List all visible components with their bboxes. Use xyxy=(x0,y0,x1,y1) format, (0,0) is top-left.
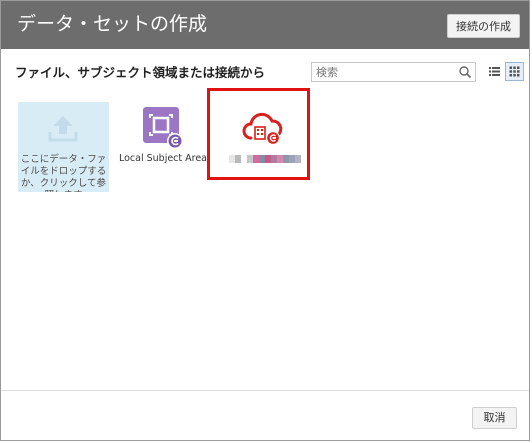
source-subheader: ファイル、サブジェクト領域または接続から xyxy=(15,65,266,80)
dialog-titlebar: データ・セットの作成 接続の作成 xyxy=(1,1,529,49)
file-drop-tile[interactable]: ここにデータ・ファイルをドロップするか、クリックして参照します xyxy=(18,102,109,192)
connection-tile[interactable] xyxy=(207,88,310,180)
dialog-title: データ・セットの作成 xyxy=(17,13,208,35)
list-view-button[interactable] xyxy=(485,62,504,81)
search-icon[interactable] xyxy=(458,65,472,79)
grid-view-button[interactable] xyxy=(505,62,524,81)
footer-divider xyxy=(1,390,529,391)
file-drop-text: ここにデータ・ファイルをドロップするか、クリックして参照します xyxy=(20,154,107,192)
upload-icon xyxy=(48,116,78,142)
search-box[interactable] xyxy=(311,62,476,82)
cloud-connection-icon xyxy=(242,112,283,145)
subject-area-icon[interactable] xyxy=(142,106,184,150)
local-subject-area-label[interactable]: Local Subject Area xyxy=(118,153,208,164)
list-view-icon xyxy=(489,67,500,76)
cancel-button[interactable]: 取消 xyxy=(472,407,517,429)
grid-view-icon xyxy=(509,66,520,77)
search-input[interactable] xyxy=(316,63,456,81)
create-dataset-dialog: データ・セットの作成 接続の作成 ファイル、サブジェクト領域または接続から 検索… xyxy=(0,0,530,441)
create-connection-button[interactable]: 接続の作成 xyxy=(447,14,520,38)
connection-name-redacted xyxy=(229,155,305,165)
